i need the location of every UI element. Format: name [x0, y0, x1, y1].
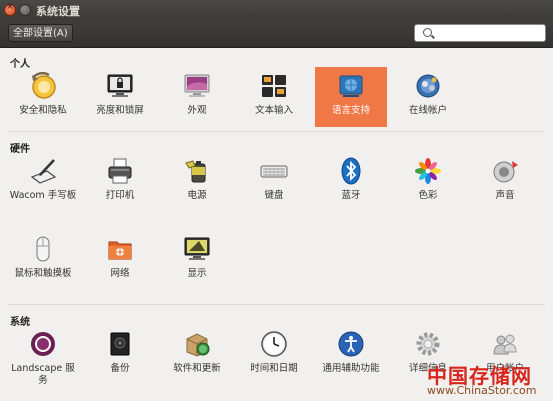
sound-icon: [493, 161, 518, 183]
item-color[interactable]: 色彩: [392, 152, 464, 212]
item-label: Wacom 手写板: [9, 190, 77, 201]
item-label: 亮度和锁屏: [96, 105, 144, 116]
item-time-date[interactable]: 时间和日期: [238, 325, 310, 385]
close-window-button[interactable]: ×: [4, 2, 16, 16]
minimize-window-button[interactable]: [19, 4, 31, 16]
item-mouse-touchpad[interactable]: 鼠标和触摸板: [7, 230, 79, 290]
item-label: 色彩: [418, 190, 438, 201]
item-label: 通用辅助功能: [322, 363, 380, 374]
item-label: 时间和日期: [250, 363, 298, 374]
language-support-icon: [339, 75, 363, 97]
brightness-lock-icon: [107, 74, 133, 97]
item-bluetooth[interactable]: 蓝牙: [315, 152, 387, 212]
item-brightness-lock[interactable]: 亮度和锁屏: [84, 67, 156, 127]
online-accounts-icon: [416, 74, 440, 98]
item-power[interactable]: 电源: [161, 152, 233, 212]
watermark-url: www.ChinaStor.com: [427, 384, 537, 397]
backup-icon: [110, 332, 130, 356]
item-label: 文本输入: [254, 105, 293, 116]
printer-icon: [108, 158, 132, 184]
window-title: 系统设置: [36, 5, 80, 18]
item-label: 在线帐户: [408, 105, 447, 116]
item-label: 安全和隐私: [19, 105, 67, 116]
item-keyboard[interactable]: 键盘: [238, 152, 310, 212]
display-icon: [184, 237, 210, 260]
item-network[interactable]: 网络: [84, 230, 156, 290]
item-label: 电源: [187, 190, 207, 201]
item-label: 声音: [495, 190, 515, 201]
item-label: 软件和更新: [173, 363, 221, 374]
item-label: 网络: [110, 268, 130, 279]
item-printer[interactable]: 打印机: [84, 152, 156, 212]
text-entry-icon: [262, 75, 286, 97]
item-appearance[interactable]: 外观: [161, 67, 233, 127]
item-security-privacy[interactable]: 安全和隐私: [7, 67, 79, 127]
item-label: 蓝牙: [341, 190, 361, 201]
item-label: 语言支持: [331, 105, 370, 116]
color-icon: [415, 158, 441, 184]
user-accounts-icon: [493, 334, 517, 355]
details-icon: [416, 332, 440, 356]
bluetooth-icon: [341, 157, 361, 185]
time-date-icon: [261, 331, 287, 357]
keyboard-icon: [260, 165, 288, 178]
power-icon: [185, 160, 206, 183]
item-backup[interactable]: 备份: [84, 325, 156, 385]
wacom-tablet-icon: [30, 159, 57, 184]
section-divider: [8, 131, 545, 132]
item-landscape[interactable]: Landscape 服务: [7, 325, 79, 386]
item-online-accounts[interactable]: 在线帐户: [392, 67, 464, 127]
network-icon: [108, 241, 132, 260]
universal-access-icon: [338, 331, 364, 357]
item-label: 键盘: [264, 190, 284, 201]
item-sound[interactable]: 声音: [469, 152, 541, 212]
item-wacom-tablet[interactable]: Wacom 手写板: [7, 152, 79, 212]
search-icon: [423, 28, 432, 37]
mouse-touchpad-icon: [36, 236, 50, 262]
item-label: 备份: [110, 363, 130, 374]
item-label: 显示: [187, 268, 207, 279]
item-label: 鼠标和触摸板: [14, 268, 72, 279]
item-display[interactable]: 显示: [161, 230, 233, 290]
all-settings-button[interactable]: 全部设置(A): [8, 24, 73, 42]
item-universal-access[interactable]: 通用辅助功能: [315, 325, 387, 385]
software-updates-icon: [186, 333, 210, 357]
close-icon: ×: [6, 2, 14, 12]
item-text-entry[interactable]: 文本输入: [238, 67, 310, 127]
title-bar: × 系统设置: [0, 0, 553, 20]
item-label: 外观: [187, 105, 207, 116]
item-label: 打印机: [105, 190, 135, 201]
section-divider: [8, 304, 545, 305]
search-input[interactable]: [414, 24, 546, 42]
item-software-updates[interactable]: 软件和更新: [161, 325, 233, 385]
appearance-icon: [184, 74, 210, 97]
item-label: Landscape 服务: [11, 363, 75, 386]
item-language-support[interactable]: 语言支持: [315, 67, 387, 127]
security-privacy-icon: [31, 72, 56, 99]
landscape-icon: [31, 332, 55, 356]
